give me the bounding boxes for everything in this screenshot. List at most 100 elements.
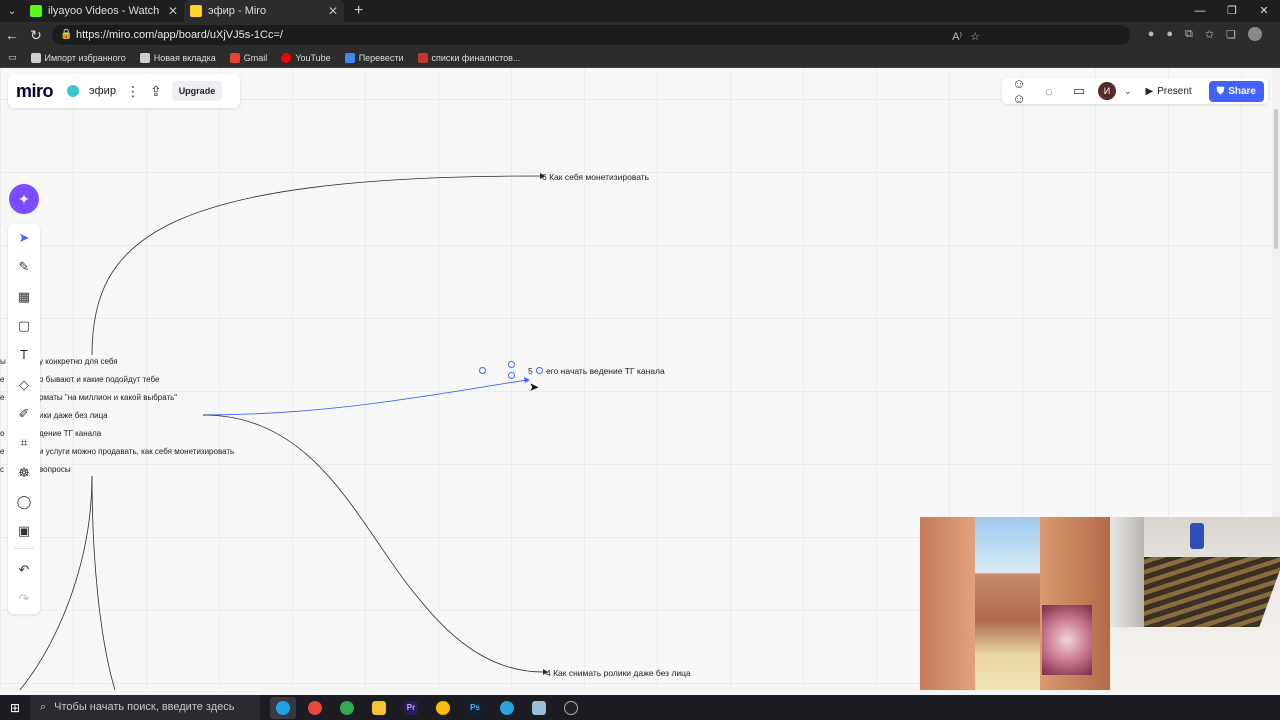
root-item[interactable]: и услуги можно продавать, как себя монет…: [39, 447, 234, 456]
gmail-icon: [229, 52, 240, 63]
text-tool-icon[interactable]: T: [8, 343, 40, 367]
edge-app[interactable]: [270, 696, 296, 719]
bookmark-item[interactable]: списки финалистов...: [417, 52, 520, 63]
app[interactable]: [526, 697, 552, 719]
present-button[interactable]: ▶ Present: [1140, 82, 1198, 101]
close-window-icon[interactable]: ✕: [1248, 0, 1280, 22]
obs-app[interactable]: [558, 697, 584, 719]
upgrade-button[interactable]: Upgrade: [171, 81, 223, 101]
favorites-icon[interactable]: ✩: [1205, 28, 1214, 41]
branch-node-5[interactable]: его начать ведение ТГ канала: [546, 366, 665, 376]
root-item[interactable]: о бывают и какие подойдут тебе: [39, 375, 159, 384]
root-item[interactable]: ики даже без лица: [39, 411, 108, 420]
redo-icon[interactable]: ↷: [8, 587, 40, 611]
url-field[interactable]: 🔒 https://miro.com/app/board/uXjVJ5s-1Cc…: [52, 25, 1130, 45]
close-tab-icon[interactable]: ✕: [328, 4, 338, 18]
comments-icon[interactable]: ◌: [1038, 84, 1060, 99]
branch-node-6[interactable]: 6 Как себя монетизировать: [542, 172, 649, 182]
read-aloud-icon[interactable]: A⁾: [952, 27, 962, 47]
chrome-app[interactable]: [430, 697, 456, 719]
board-name[interactable]: эфир: [89, 85, 116, 97]
miro-logo[interactable]: miro: [16, 81, 54, 102]
reload-icon[interactable]: ↻: [24, 27, 48, 44]
comment-tool-icon[interactable]: ◯: [8, 490, 40, 514]
play-icon: ▶: [1145, 85, 1154, 97]
profile-avatar[interactable]: [1248, 27, 1262, 41]
scrollbar-thumb[interactable]: [1274, 109, 1278, 249]
frame-tool-icon[interactable]: ⌗: [8, 431, 40, 455]
templates-tool-icon[interactable]: ▦: [8, 285, 40, 309]
translate-icon: [344, 52, 355, 63]
root-item[interactable]: вопросы: [39, 465, 71, 474]
root-item[interactable]: рматы "на миллион и какой выбрать": [39, 393, 177, 402]
bookmark-label: Новая вкладка: [153, 52, 216, 63]
close-tab-icon[interactable]: ✕: [168, 4, 178, 18]
user-avatar[interactable]: И: [1098, 82, 1116, 100]
favorite-star-icon[interactable]: ☆: [970, 27, 980, 47]
bookmark-item[interactable]: Новая вкладка: [139, 52, 216, 63]
kick-favicon-icon: [30, 5, 42, 17]
extension-icon[interactable]: ●: [1148, 28, 1155, 40]
url-text: https://miro.com/app/board/uXjVJ5s-1Cc=/: [76, 29, 283, 41]
extensions-puzzle-icon[interactable]: ⧉: [1185, 28, 1193, 41]
branch-node-4[interactable]: 4 Как снимать ролики даже без лица: [546, 668, 691, 678]
chrome-icon: [436, 700, 450, 715]
sticky-note-tool-icon[interactable]: ▢: [8, 314, 40, 338]
share-label: Share: [1228, 85, 1256, 97]
export-icon[interactable]: ⇪: [150, 83, 162, 100]
root-item[interactable]: у конкретно для себя: [39, 357, 118, 366]
chrome-app[interactable]: [334, 697, 360, 719]
more-options-icon[interactable]: ⋮: [126, 83, 140, 100]
browser-tab-strip: ⌄ ilyayoo Videos - Watch On-Dema ✕ эфир …: [0, 0, 1280, 22]
premiere-app[interactable]: Pr: [398, 697, 424, 719]
collaboration-toolbar: ☺☺ ◌ ▭ И ⌄ ▶ Present ⛊ Share: [1002, 76, 1268, 106]
ai-assistant-icon[interactable]: ✦: [9, 184, 39, 214]
left-fragment: е: [0, 393, 5, 402]
search-icon: ⌕: [40, 701, 47, 713]
connector-handle[interactable]: [479, 367, 486, 374]
back-icon[interactable]: ←: [0, 27, 24, 43]
connector-handle[interactable]: [508, 372, 515, 379]
game-blossom: [1042, 605, 1092, 675]
share-button[interactable]: ⛊ Share: [1208, 80, 1264, 102]
sidebar-toggle-icon[interactable]: ▭: [8, 52, 17, 63]
apps-tool-icon[interactable]: ☸: [8, 461, 40, 485]
telegram-app[interactable]: [494, 697, 520, 719]
root-item[interactable]: дение ТГ канала: [39, 429, 101, 438]
extension-icon[interactable]: ●: [1166, 28, 1173, 40]
bookmark-item[interactable]: YouTube: [281, 52, 331, 63]
page-icon: [139, 52, 150, 63]
bookmark-label: Импорт избранного: [44, 52, 126, 63]
video-call-icon[interactable]: ▭: [1068, 83, 1090, 99]
pen-tool-icon[interactable]: ✐: [8, 402, 40, 426]
explorer-app[interactable]: [366, 697, 392, 719]
bookmark-item[interactable]: Импорт избранного: [30, 52, 126, 63]
tab-actions-icon[interactable]: ⌄: [0, 0, 24, 22]
shapes-tool-icon[interactable]: ◇: [8, 373, 40, 397]
notes-tool-icon[interactable]: ✎: [8, 255, 40, 279]
new-tab-icon[interactable]: +: [344, 2, 373, 20]
select-tool-icon[interactable]: ➤: [8, 226, 40, 250]
bookmark-item[interactable]: Gmail: [229, 52, 267, 63]
collections-icon[interactable]: ❏: [1226, 28, 1236, 41]
document-icon: [417, 52, 428, 63]
restore-icon[interactable]: ❐: [1216, 0, 1248, 22]
tab-miro[interactable]: эфир - Miro ✕: [184, 0, 344, 22]
bookmark-label: Перевести: [358, 52, 404, 63]
tab-kick[interactable]: ilyayoo Videos - Watch On-Dema ✕: [24, 0, 184, 22]
connector-handle[interactable]: [536, 367, 543, 374]
mouse-cursor-icon: ➤: [529, 380, 540, 394]
more-tools-icon[interactable]: ▣: [8, 519, 40, 543]
chrome-app[interactable]: [302, 697, 328, 719]
minimize-icon[interactable]: —: [1184, 0, 1216, 22]
photoshop-app[interactable]: Ps: [462, 697, 488, 719]
chevron-down-icon[interactable]: ⌄: [1124, 86, 1132, 97]
bookmark-item[interactable]: Перевести: [344, 52, 404, 63]
taskbar-search[interactable]: ⌕ Чтобы начать поиск, введите здесь: [30, 695, 260, 720]
chair: [1110, 517, 1144, 627]
connector-handle[interactable]: [508, 361, 515, 368]
reactions-icon[interactable]: ☺☺: [1008, 76, 1030, 106]
branch-node-5-number[interactable]: 5: [528, 366, 533, 376]
windows-start-icon[interactable]: ⊞: [0, 701, 30, 715]
undo-icon[interactable]: ↶: [8, 558, 40, 582]
